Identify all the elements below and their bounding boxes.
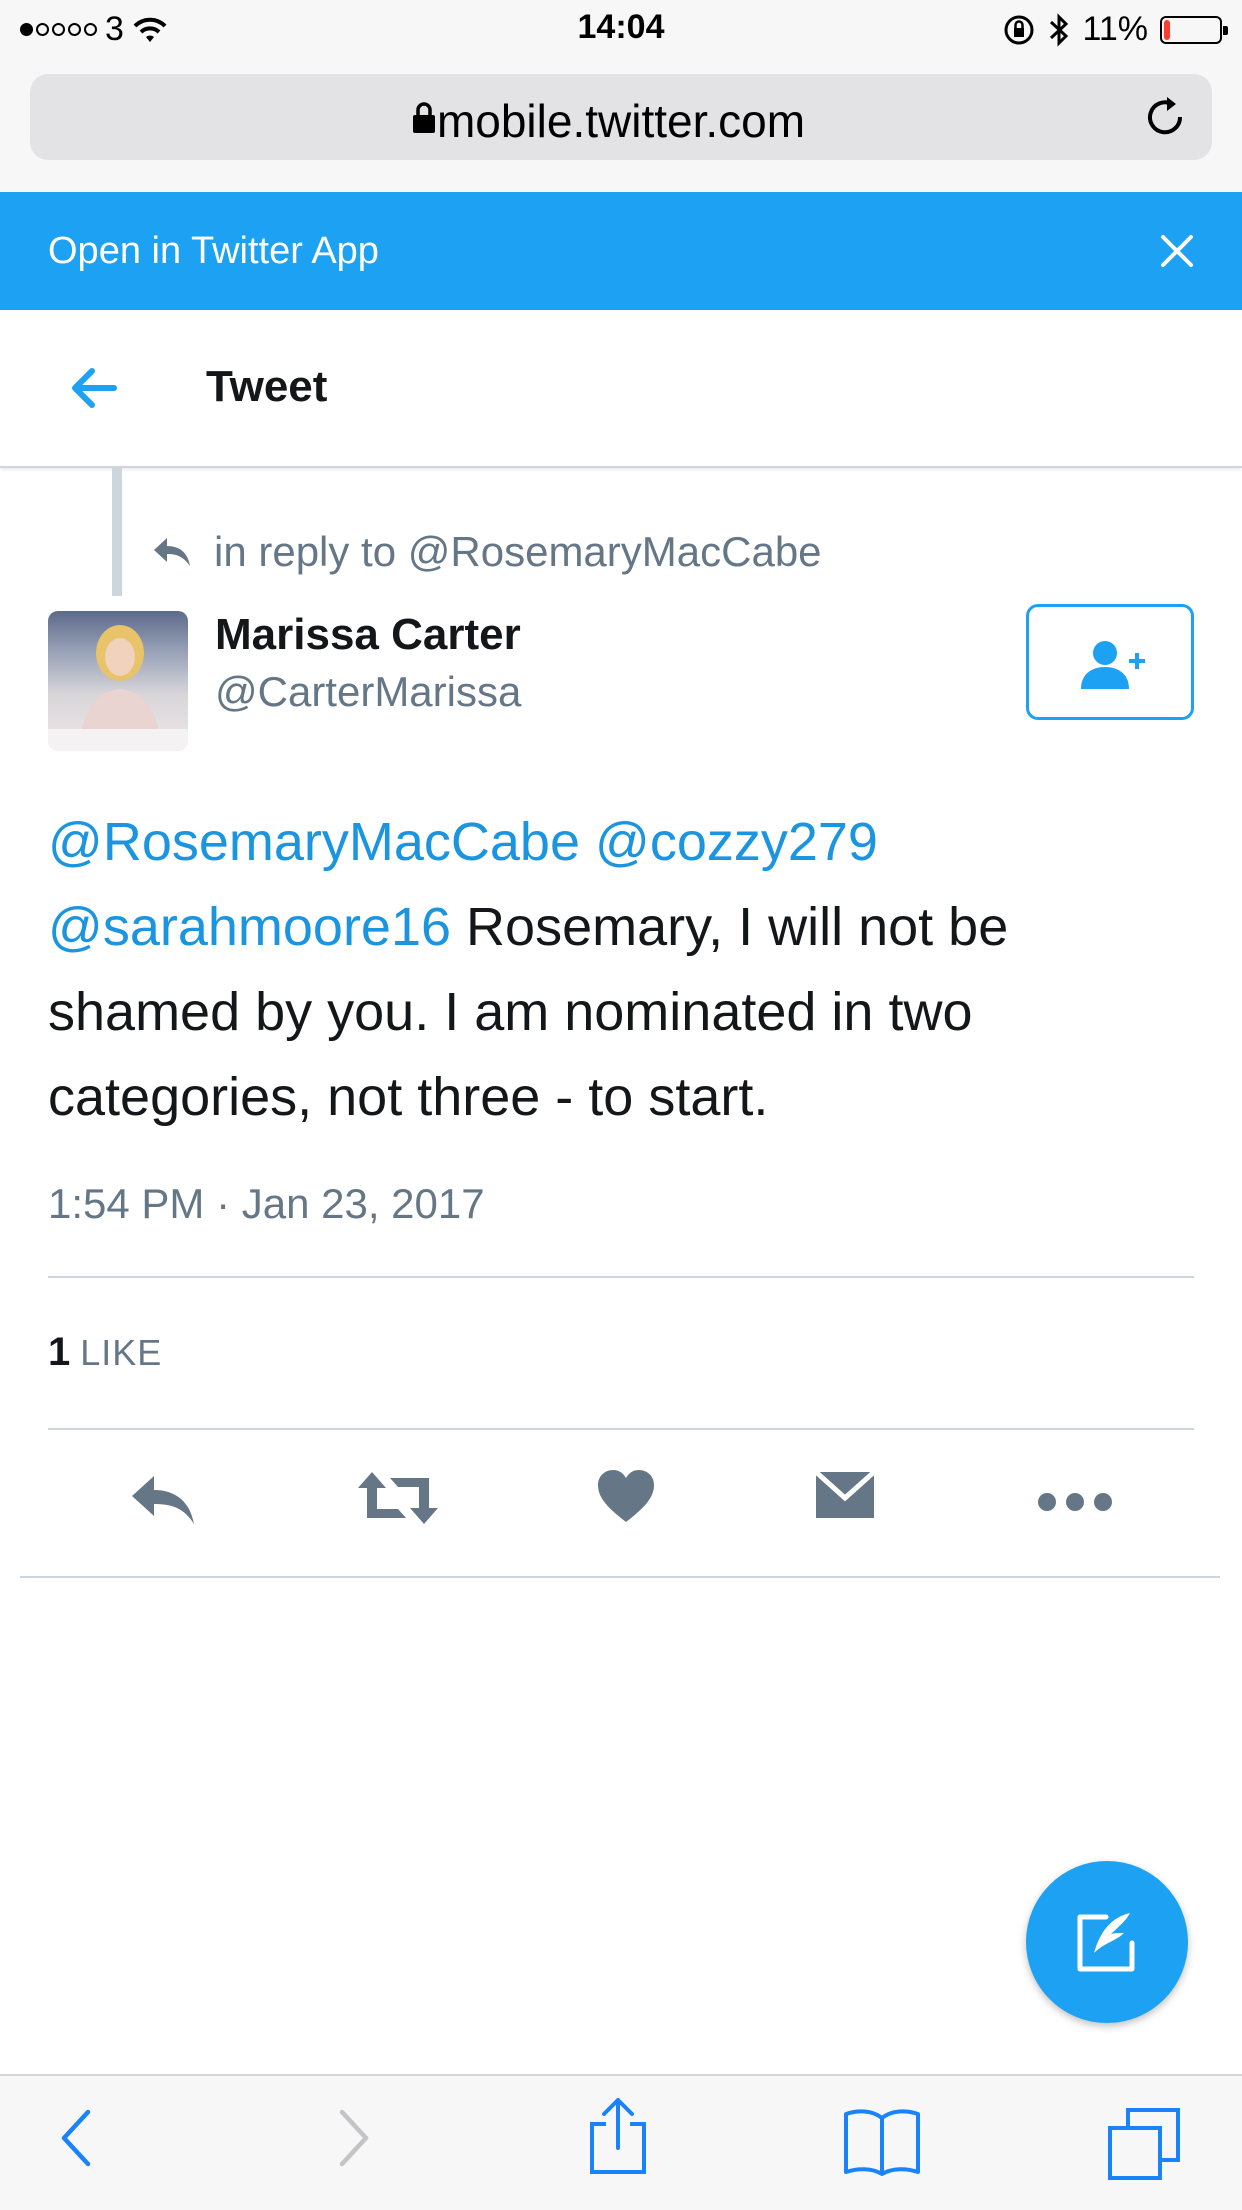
retweet-button[interactable] xyxy=(356,1468,440,1528)
share-icon[interactable] xyxy=(586,2096,650,2176)
browser-forward-icon[interactable] xyxy=(334,2106,374,2170)
tabs-icon[interactable] xyxy=(1106,2106,1182,2182)
thread-line xyxy=(112,468,122,596)
divider xyxy=(20,1576,1220,1578)
reply-context[interactable]: in reply to @RosemaryMacCabe xyxy=(152,528,822,576)
add-user-icon xyxy=(1081,641,1145,689)
like-button[interactable] xyxy=(596,1468,656,1524)
more-button[interactable] xyxy=(1036,1468,1114,1528)
author-name[interactable]: Marissa Carter xyxy=(215,610,521,660)
orientation-lock-icon xyxy=(1004,15,1034,44)
avatar-image xyxy=(48,625,188,751)
avatar[interactable] xyxy=(48,611,188,751)
url-text: mobile.twitter.com xyxy=(436,95,806,147)
compose-icon xyxy=(1077,1913,1135,1972)
address-bar[interactable]: mobile.twitter.com xyxy=(30,74,1212,160)
likes-label: LIKE xyxy=(80,1332,163,1373)
battery-percent: 11% xyxy=(1082,10,1148,48)
battery-fill xyxy=(1164,19,1170,40)
tweet-text: @RosemaryMacCabe @cozzy279 @sarahmoore16… xyxy=(48,800,1198,1140)
close-icon[interactable] xyxy=(1148,222,1206,280)
reply-target[interactable]: @RosemaryMacCabe xyxy=(408,528,822,575)
status-right: 11% xyxy=(1002,10,1228,49)
open-in-app-banner[interactable]: Open in Twitter App xyxy=(0,192,1242,310)
back-arrow-icon[interactable] xyxy=(64,358,124,418)
tweet-timestamp: 1:54 PM · Jan 23, 2017 xyxy=(48,1180,485,1227)
open-in-app-label: Open in Twitter App xyxy=(48,230,379,272)
reply-context-label: in reply to @RosemaryMacCabe xyxy=(214,528,822,576)
reload-icon[interactable] xyxy=(1140,92,1190,142)
browser-back-icon[interactable] xyxy=(56,2106,96,2170)
mention-link[interactable]: @sarahmoore16 xyxy=(48,897,451,957)
likes-count: 1 xyxy=(48,1330,71,1374)
reply-button[interactable] xyxy=(128,1468,198,1528)
browser-toolbar xyxy=(0,2074,1242,2210)
page-header: Tweet xyxy=(0,310,1242,468)
mention-link[interactable]: @RosemaryMacCabe xyxy=(48,812,580,872)
bookmarks-icon[interactable] xyxy=(842,2106,922,2176)
more-icon xyxy=(1038,1493,1112,1511)
direct-message-icon xyxy=(814,1470,876,1518)
likes-row[interactable]: 1 LIKE xyxy=(48,1330,162,1375)
compose-tweet-button[interactable] xyxy=(1026,1861,1188,2023)
bluetooth-icon xyxy=(1050,12,1069,47)
reply-small-icon xyxy=(154,538,190,566)
heart-icon xyxy=(598,1470,654,1522)
page-title: Tweet xyxy=(206,362,328,411)
reply-prefix: in reply to xyxy=(214,528,397,575)
mention-link[interactable]: @cozzy279 xyxy=(595,812,878,872)
retweet-icon xyxy=(358,1472,438,1524)
battery-icon xyxy=(1160,15,1228,44)
status-bar: 3 14:04 11% xyxy=(0,0,1242,60)
follow-button[interactable] xyxy=(1026,604,1194,720)
author-handle[interactable]: @CarterMarissa xyxy=(215,668,521,716)
divider xyxy=(48,1428,1194,1430)
reply-icon xyxy=(132,1476,194,1524)
divider xyxy=(48,1276,1194,1278)
browser-chrome: mobile.twitter.com xyxy=(0,60,1242,192)
direct-message-button[interactable] xyxy=(814,1468,876,1522)
